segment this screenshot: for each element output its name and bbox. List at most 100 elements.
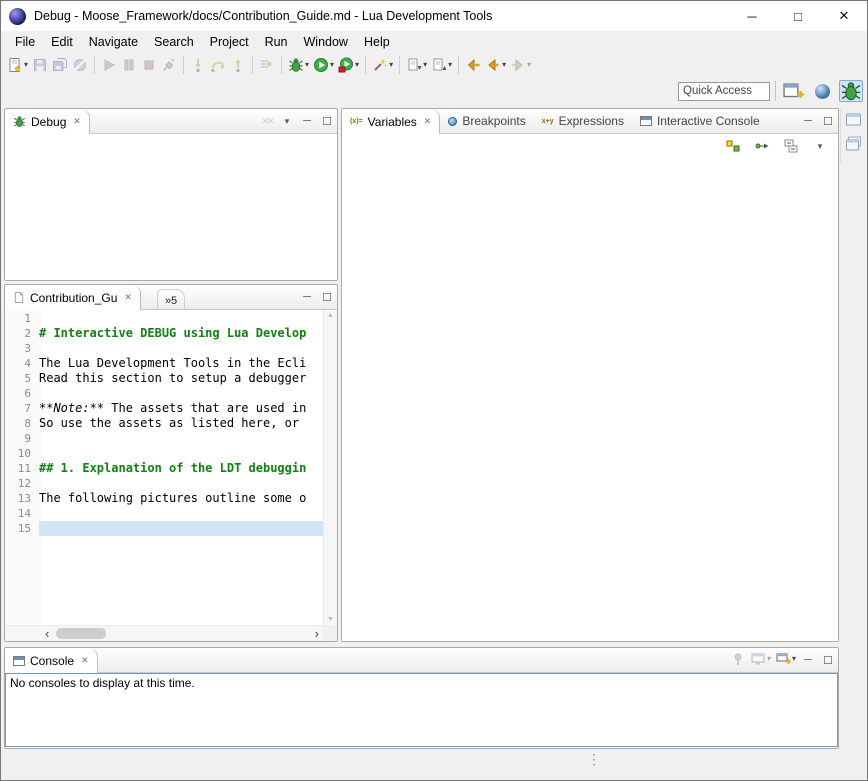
editor-line-2[interactable]: 2# Interactive DEBUG using Lua Develop: [5, 326, 323, 341]
horizontal-scroll-thumb[interactable]: [56, 628, 106, 639]
variables-view: (x)= Variables ✕ Breakpoints x+y Express…: [341, 108, 839, 642]
menu-window[interactable]: Window: [296, 33, 356, 51]
editor-line-14[interactable]: 14: [5, 506, 323, 521]
menu-file[interactable]: File: [7, 33, 43, 51]
editor-maximize-button[interactable]: ☐: [317, 285, 337, 309]
scroll-up-icon[interactable]: ▲: [327, 312, 334, 319]
application-window: Debug - Moose_Framework/docs/Contributio…: [0, 0, 868, 781]
save-button[interactable]: [30, 54, 50, 76]
restore-view-button-1[interactable]: [845, 112, 862, 127]
next-annotation-button[interactable]: ▾: [404, 54, 429, 76]
search-wand-button[interactable]: ▾: [370, 54, 395, 76]
sash-handle[interactable]: ⋮: [587, 755, 601, 764]
menu-project[interactable]: Project: [202, 33, 257, 51]
suspend-button[interactable]: [119, 54, 139, 76]
use-step-filters-button[interactable]: [257, 54, 277, 76]
show-type-names-button[interactable]: [723, 135, 743, 157]
editor-minimize-button[interactable]: ─: [297, 285, 317, 309]
scroll-left-icon[interactable]: ‹: [45, 627, 49, 640]
tab-debug[interactable]: Debug ✕: [5, 109, 90, 134]
step-into-button[interactable]: [188, 54, 208, 76]
external-tools-button[interactable]: ▾: [336, 54, 361, 76]
close-tab-icon[interactable]: ✕: [73, 116, 81, 127]
forward-button[interactable]: ▾: [508, 54, 533, 76]
terminate-icon: [141, 57, 157, 73]
scroll-right-icon[interactable]: ›: [315, 627, 319, 640]
scroll-down-icon[interactable]: ▼: [327, 616, 334, 623]
disconnect-button[interactable]: [159, 54, 179, 76]
editor-line-11[interactable]: 11## 1. Explanation of the LDT debuggin: [5, 461, 323, 476]
back-button[interactable]: ▾: [483, 54, 508, 76]
new-wizard-button[interactable]: ▾: [5, 54, 30, 76]
show-logical-structures-button[interactable]: [752, 135, 772, 157]
close-tab-icon[interactable]: ✕: [81, 655, 89, 666]
dropdown-arrow-icon: ▾: [389, 61, 393, 69]
open-console-button[interactable]: ▾: [773, 648, 798, 670]
terminate-button[interactable]: [139, 54, 159, 76]
menu-edit[interactable]: Edit: [43, 33, 81, 51]
debug-dropdown-button[interactable]: ▾: [286, 54, 311, 76]
editor-line-6[interactable]: 6: [5, 386, 323, 401]
variables-view-menu-button[interactable]: ▾: [810, 141, 830, 152]
debug-view-menu-button[interactable]: ▾: [277, 109, 297, 133]
editor-line-3[interactable]: 3: [5, 341, 323, 356]
editor-line-7[interactable]: 7**Note:** The assets that are used in: [5, 401, 323, 416]
debug-perspective-button[interactable]: [839, 80, 863, 102]
tab-variables[interactable]: (x)= Variables ✕: [342, 109, 440, 134]
console-minimize-button[interactable]: ─: [798, 648, 818, 672]
editor-lines[interactable]: 12# Interactive DEBUG using Lua Develop3…: [5, 310, 323, 625]
step-over-button[interactable]: [208, 54, 228, 76]
step-return-button[interactable]: [228, 54, 248, 76]
editor-line-12[interactable]: 12: [5, 476, 323, 491]
pin-console-button[interactable]: [728, 648, 748, 670]
restore-view-button-2[interactable]: [845, 136, 862, 151]
tab-breakpoints[interactable]: Breakpoints: [440, 109, 533, 133]
editor-line-8[interactable]: 8So use the assets as listed here, or: [5, 416, 323, 431]
skip-all-breakpoints-button[interactable]: [70, 54, 90, 76]
editor-line-13[interactable]: 13The following pictures outline some o: [5, 491, 323, 506]
menu-run[interactable]: Run: [257, 33, 296, 51]
editor-line-10[interactable]: 10: [5, 446, 323, 461]
editor-horizontal-scrollbar[interactable]: ‹ ›: [5, 625, 323, 641]
editor-line-1[interactable]: 1: [5, 311, 323, 326]
tab-interactive-console[interactable]: Interactive Console: [632, 109, 768, 133]
resume-button[interactable]: [99, 54, 119, 76]
run-dropdown-button[interactable]: ▾: [311, 54, 336, 76]
window-minimize-button[interactable]: ─: [729, 1, 775, 31]
previous-annotation-button[interactable]: ▾: [429, 54, 454, 76]
window-maximize-button[interactable]: □: [775, 1, 821, 31]
debug-minimize-button[interactable]: ─: [297, 109, 317, 133]
remove-all-terminated-button[interactable]: ✕✕: [257, 109, 277, 133]
open-perspective-button[interactable]: [781, 80, 805, 102]
menu-search[interactable]: Search: [146, 33, 202, 51]
ldt-perspective-button[interactable]: [810, 80, 834, 102]
editor-vertical-scrollbar[interactable]: ▲ ▼: [323, 310, 337, 625]
variables-minimize-button[interactable]: ─: [798, 109, 818, 133]
editor-line-9[interactable]: 9: [5, 431, 323, 446]
dropdown-arrow-icon: ▾: [792, 655, 796, 663]
editor-line-4[interactable]: 4The Lua Development Tools in the Ecli: [5, 356, 323, 371]
tab-overflow-chevron[interactable]: »5: [157, 289, 185, 309]
menu-help[interactable]: Help: [356, 33, 398, 51]
menu-navigate[interactable]: Navigate: [81, 33, 146, 51]
console-maximize-button[interactable]: ☐: [818, 648, 838, 672]
window-close-button[interactable]: ✕: [821, 1, 867, 31]
close-tab-icon[interactable]: ✕: [124, 292, 132, 303]
debug-maximize-button[interactable]: ☐: [317, 109, 337, 133]
collapse-all-button[interactable]: [781, 135, 801, 157]
quick-access-input[interactable]: [678, 82, 770, 101]
line-number: 12: [5, 476, 39, 491]
window-title: Debug - Moose_Framework/docs/Contributio…: [34, 9, 492, 23]
close-tab-icon[interactable]: ✕: [424, 116, 432, 127]
variables-maximize-button[interactable]: ☐: [818, 109, 838, 133]
eclipse-app-icon[interactable]: [9, 8, 26, 25]
save-all-button[interactable]: [50, 54, 70, 76]
editor-line-5[interactable]: 5Read this section to setup a debugger: [5, 371, 323, 386]
editor-line-15[interactable]: 15: [5, 521, 323, 536]
tab-console[interactable]: Console ✕: [5, 648, 98, 673]
tab-expressions[interactable]: x+y Expressions: [534, 109, 632, 133]
display-selected-console-button[interactable]: ▾: [748, 648, 773, 670]
dropdown-arrow-icon: ▾: [24, 61, 28, 69]
tab-contribution-guide[interactable]: Contribution_Gu ✕: [5, 285, 141, 310]
last-edit-location-button[interactable]: [463, 54, 483, 76]
